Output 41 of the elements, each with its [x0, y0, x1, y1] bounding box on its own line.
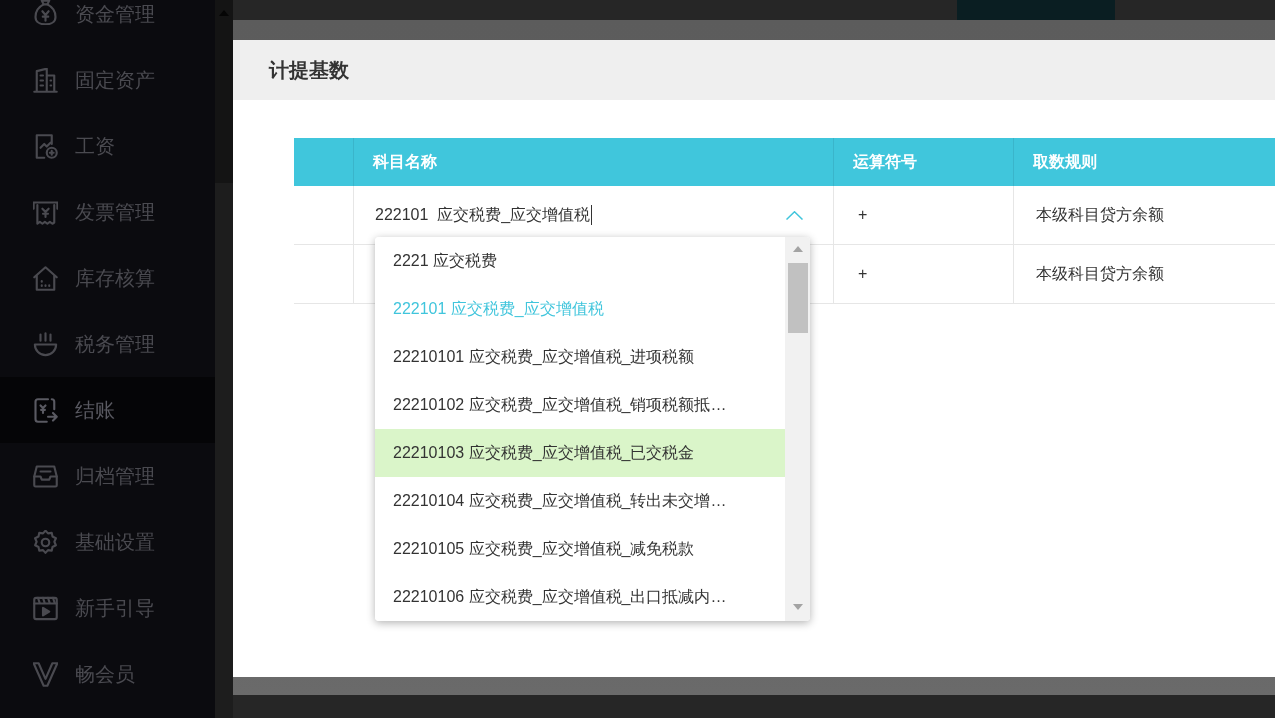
chart-document-icon [33, 133, 58, 159]
sidebar-item[interactable]: 畅会员 [0, 641, 215, 707]
table-cell-text: + [858, 264, 868, 284]
scrollbar[interactable] [785, 237, 810, 621]
table-cell-text: + [858, 205, 868, 225]
house-icon [33, 265, 58, 291]
dropdown-option[interactable]: 22210106 应交税费_应交增值税_出口抵减内… [375, 573, 785, 621]
sidebar-item[interactable]: 归档管理 [0, 443, 215, 509]
column-header: 取数规则 [1033, 152, 1097, 172]
table-cell-text: 本级科目贷方余额 [1036, 264, 1164, 284]
sidebar-item[interactable]: 发票管理 [0, 179, 215, 245]
v-logo-icon [33, 661, 58, 687]
sidebar-item[interactable]: 固定资产 [0, 47, 215, 113]
sidebar-item[interactable]: 基础设置 [0, 509, 215, 575]
sidebar-item[interactable]: 新手引导 [0, 575, 215, 641]
sidebar-item[interactable]: 结账 [0, 377, 215, 443]
account-select-field[interactable]: 222101 应交税费_应交增值税 [375, 197, 811, 233]
scrollbar-thumb[interactable] [787, 263, 808, 333]
document-arrow-icon [33, 397, 58, 423]
building-icon [33, 67, 58, 93]
scrollbar-thumb[interactable] [215, 0, 233, 183]
scrollbar[interactable] [215, 0, 233, 718]
settings-icon [33, 529, 58, 555]
dialog-title: 计提基数 [269, 58, 349, 83]
column-header: 运算符号 [853, 152, 917, 172]
video-icon [33, 595, 58, 621]
table-cell-text: 本级科目贷方余额 [1036, 205, 1164, 225]
chevron-up-icon[interactable] [786, 210, 803, 220]
receipt-icon [33, 199, 58, 225]
dropdown-option[interactable]: 2221 应交税费 [375, 237, 785, 285]
scroll-up-icon[interactable] [792, 246, 803, 252]
sidebar-item[interactable]: 资金管理 [0, 0, 215, 47]
sidebar-item[interactable]: 税务管理 [0, 311, 215, 377]
sidebar-item[interactable]: 工资 [0, 113, 215, 179]
column-header: 科目名称 [373, 152, 437, 172]
dropdown-option[interactable]: 22210103 应交税费_应交增值税_已交税金 [375, 429, 785, 477]
bowl-icon [33, 331, 58, 357]
scroll-down-icon[interactable] [792, 604, 803, 610]
sidebar-item[interactable]: 库存核算 [0, 245, 215, 311]
inbox-icon [33, 463, 58, 489]
money-bag-icon [33, 0, 58, 25]
